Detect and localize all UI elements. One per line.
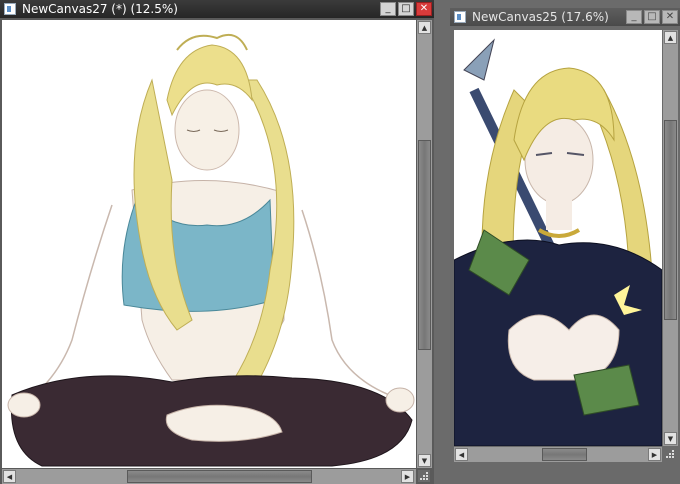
maximize-button[interactable]: □ xyxy=(644,10,660,24)
artwork-armored-woman xyxy=(454,38,662,446)
vertical-scrollbar[interactable]: ▲ ▼ xyxy=(663,30,678,446)
drawing-canvas[interactable] xyxy=(2,20,416,468)
horizontal-scrollbar[interactable]: ◀ ▶ xyxy=(454,447,662,462)
horizontal-scroll-thumb[interactable] xyxy=(127,470,312,483)
window-title: NewCanvas27 (*) (12.5%) xyxy=(22,2,178,16)
window-titlebar[interactable]: NewCanvas27 (*) (12.5%) _ □ ✕ xyxy=(0,0,434,18)
scroll-up-button[interactable]: ▲ xyxy=(664,31,677,44)
canvas-window-newcanvas27[interactable]: NewCanvas27 (*) (12.5%) _ □ ✕ ▲ ▼ ◀ ▶ xyxy=(0,0,434,484)
window-title: NewCanvas25 (17.6%) xyxy=(472,10,609,24)
horizontal-scrollbar[interactable]: ◀ ▶ xyxy=(2,469,416,484)
minimize-button[interactable]: _ xyxy=(626,10,642,24)
vertical-scroll-thumb[interactable] xyxy=(418,140,431,350)
canvas-window-newcanvas25[interactable]: NewCanvas25 (17.6%) _ □ ✕ ▲ ▼ ◀ ▶ xyxy=(450,8,680,484)
vertical-scrollbar[interactable]: ▲ ▼ xyxy=(417,20,432,468)
scroll-left-button[interactable]: ◀ xyxy=(3,470,16,483)
scroll-down-button[interactable]: ▼ xyxy=(418,454,431,467)
vertical-scroll-thumb[interactable] xyxy=(664,120,677,320)
resize-grip-icon[interactable] xyxy=(418,470,430,482)
scroll-up-button[interactable]: ▲ xyxy=(418,21,431,34)
close-button[interactable]: ✕ xyxy=(662,10,678,24)
app-icon xyxy=(4,3,16,15)
resize-grip-icon[interactable] xyxy=(664,448,676,460)
artwork-meditating-woman xyxy=(7,34,415,467)
scroll-left-button[interactable]: ◀ xyxy=(455,448,468,461)
window-titlebar[interactable]: NewCanvas25 (17.6%) _ □ ✕ xyxy=(450,8,680,26)
scroll-right-button[interactable]: ▶ xyxy=(401,470,414,483)
scroll-right-button[interactable]: ▶ xyxy=(648,448,661,461)
app-icon xyxy=(454,11,466,23)
minimize-button[interactable]: _ xyxy=(380,2,396,16)
horizontal-scroll-thumb[interactable] xyxy=(542,448,587,461)
scroll-down-button[interactable]: ▼ xyxy=(664,432,677,445)
maximize-button[interactable]: □ xyxy=(398,2,414,16)
close-button[interactable]: ✕ xyxy=(416,2,432,16)
drawing-canvas[interactable] xyxy=(454,30,662,446)
